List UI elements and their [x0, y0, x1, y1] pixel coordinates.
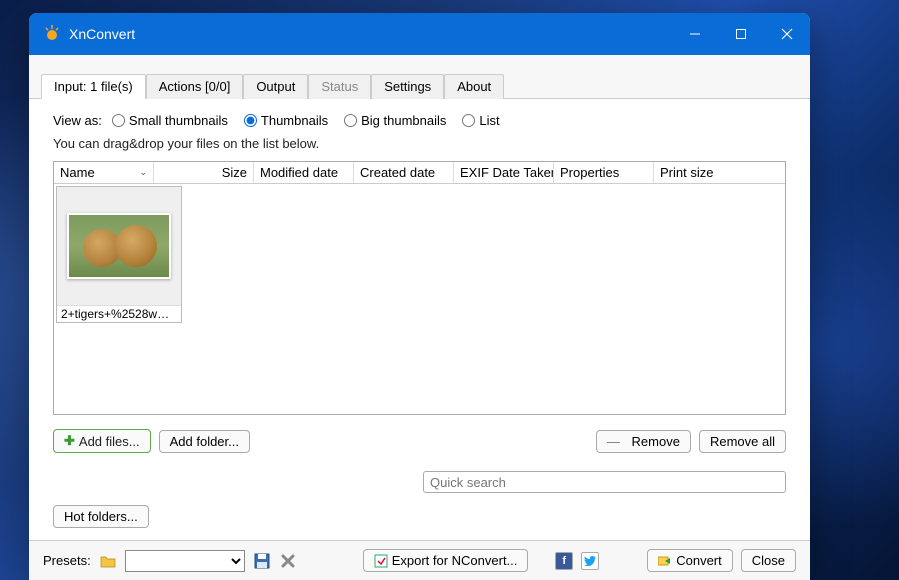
col-properties[interactable]: Properties [554, 162, 654, 183]
twitter-icon[interactable] [581, 552, 599, 570]
window-title: XnConvert [69, 26, 135, 42]
view-as-row: View as: Small thumbnails Thumbnails Big… [53, 113, 786, 128]
minimize-button[interactable] [672, 13, 718, 55]
remove-button[interactable]: — Remove [596, 430, 691, 453]
quick-search-input[interactable] [423, 471, 786, 493]
convert-icon [658, 555, 672, 567]
view-as-label: View as: [53, 113, 102, 128]
content-area: View as: Small thumbnails Thumbnails Big… [29, 99, 810, 540]
app-icon [43, 25, 61, 43]
radio-small-thumbnails[interactable]: Small thumbnails [112, 113, 228, 128]
delete-preset-icon[interactable] [279, 552, 297, 570]
plus-icon: ✚ [64, 433, 75, 449]
open-preset-icon[interactable] [99, 552, 117, 570]
facebook-icon[interactable]: f [555, 552, 573, 570]
close-window-button[interactable] [764, 13, 810, 55]
remove-all-button[interactable]: Remove all [699, 430, 786, 453]
preset-select[interactable] [125, 550, 245, 572]
drag-drop-hint: You can drag&drop your files on the list… [53, 136, 786, 151]
col-created[interactable]: Created date [354, 162, 454, 183]
thumbnail-image [67, 213, 171, 279]
thumbnail-zone[interactable]: 2+tigers+%2528www... [54, 184, 785, 414]
tab-status[interactable]: Status [308, 74, 371, 99]
add-files-button[interactable]: ✚Add files... [53, 429, 151, 453]
tab-input[interactable]: Input: 1 file(s) [41, 74, 146, 99]
bottom-bar: Presets: Export for NConvert... f Conver… [29, 540, 810, 580]
add-folder-button[interactable]: Add folder... [159, 430, 250, 453]
tab-output[interactable]: Output [243, 74, 308, 99]
save-preset-icon[interactable] [253, 552, 271, 570]
tab-actions[interactable]: Actions [0/0] [146, 74, 244, 99]
maximize-button[interactable] [718, 13, 764, 55]
col-size[interactable]: Size [154, 162, 254, 183]
convert-button[interactable]: Convert [647, 549, 733, 572]
thumbnail-filename: 2+tigers+%2528www... [57, 305, 181, 322]
close-button[interactable]: Close [741, 549, 796, 572]
tab-bar: Input: 1 file(s) Actions [0/0] Output St… [29, 73, 810, 99]
radio-list[interactable]: List [462, 113, 499, 128]
col-exif[interactable]: EXIF Date Taken [454, 162, 554, 183]
radio-thumbnails[interactable]: Thumbnails [244, 113, 328, 128]
export-icon [374, 554, 388, 568]
app-window: XnConvert Input: 1 file(s) Actions [0/0]… [29, 13, 810, 580]
file-thumbnail-item[interactable]: 2+tigers+%2528www... [56, 186, 182, 323]
column-headers: Name⌄ Size Modified date Created date EX… [54, 162, 785, 184]
minus-icon: — [607, 434, 620, 449]
col-print-size[interactable]: Print size [654, 162, 785, 183]
file-list-area: Name⌄ Size Modified date Created date EX… [53, 161, 786, 415]
col-name[interactable]: Name⌄ [54, 162, 154, 183]
presets-label: Presets: [43, 553, 91, 568]
radio-big-thumbnails[interactable]: Big thumbnails [344, 113, 446, 128]
tab-about[interactable]: About [444, 74, 504, 99]
export-nconvert-button[interactable]: Export for NConvert... [363, 549, 529, 572]
sort-indicator-icon: ⌄ [139, 167, 147, 178]
tab-settings[interactable]: Settings [371, 74, 444, 99]
hot-folders-button[interactable]: Hot folders... [53, 505, 149, 528]
col-modified[interactable]: Modified date [254, 162, 354, 183]
titlebar: XnConvert [29, 13, 810, 55]
